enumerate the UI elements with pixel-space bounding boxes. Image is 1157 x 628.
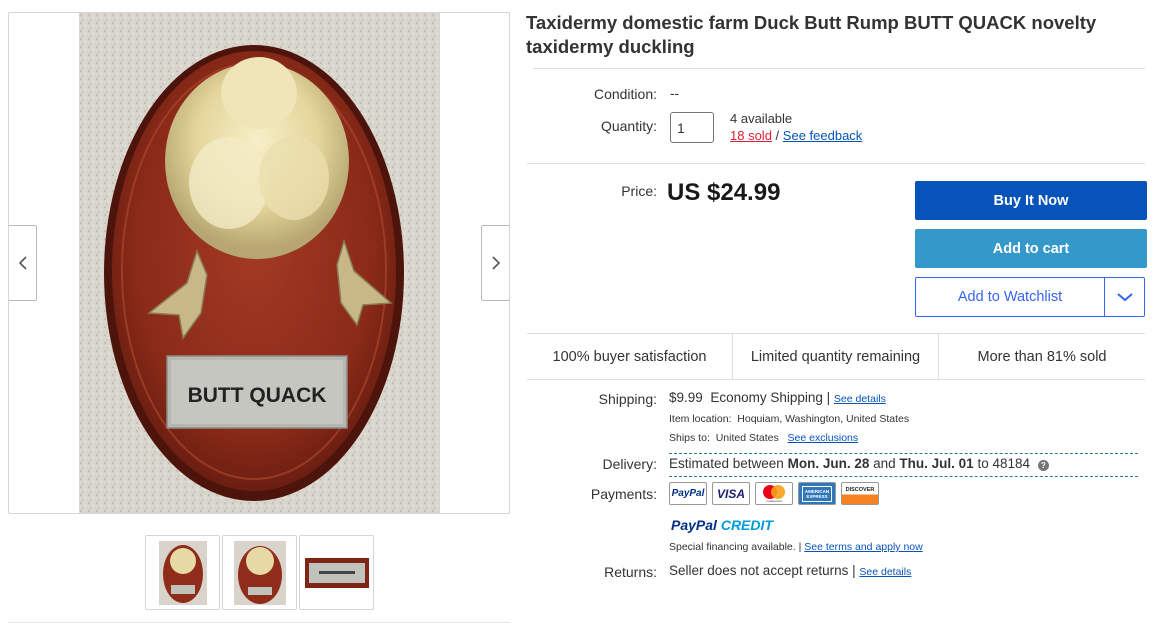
see-terms-link[interactable]: See terms and apply now	[804, 541, 922, 553]
chevron-right-icon	[491, 256, 500, 270]
separator: /	[775, 128, 780, 143]
payments-label: Payments:	[590, 486, 657, 502]
plaque-text: BUTT QUACK	[188, 384, 327, 407]
ships-to-label: Ships to:	[669, 432, 710, 444]
add-to-cart-button[interactable]: Add to cart	[915, 229, 1147, 268]
chevron-left-icon	[18, 256, 27, 270]
delivery-zip: to 48184	[977, 456, 1031, 471]
delivery-label: Delivery:	[602, 456, 657, 472]
discover-logo: DISCOVER	[841, 482, 879, 505]
buyer-satisfaction-signal: 100% buyer satisfaction	[552, 348, 707, 365]
item-title: Taxidermy domestic farm Duck Butt Rump B…	[526, 12, 1097, 57]
returns-line: Seller does not accept returns | See det…	[669, 563, 912, 578]
paypal-credit-paypal: PayPal	[671, 517, 717, 533]
ships-to: Ships to: United States See exclusions	[669, 432, 858, 444]
returns-value: Seller does not accept returns	[669, 563, 849, 578]
watchlist-control: Add to Watchlist	[915, 277, 1145, 317]
sold-info: 18 sold / See feedback	[730, 128, 862, 143]
divider	[527, 163, 1145, 164]
financing-text: Special financing available.	[669, 541, 796, 553]
discover-logo-text: DISCOVER	[845, 486, 875, 493]
shipping-method: Economy Shipping	[710, 390, 823, 405]
paypal-logo-text: PayPal	[671, 488, 705, 499]
payment-methods: PayPal VISA mastercard AMERICAN EXPRESS …	[669, 482, 879, 505]
item-location: Item location: Hoquiam, Washington, Unit…	[669, 413, 909, 425]
limited-quantity-signal: Limited quantity remaining	[732, 334, 938, 379]
thumbnail-image	[158, 540, 207, 605]
price-label: Price:	[621, 183, 657, 199]
delivery-end-date: Thu. Jul. 01	[899, 456, 974, 471]
previous-image-button[interactable]	[9, 225, 37, 301]
quantity-input[interactable]	[670, 112, 714, 143]
dotted-divider	[669, 453, 1138, 454]
visa-logo: VISA	[712, 482, 750, 505]
delivery-and: and	[873, 456, 896, 471]
mastercard-circles-icon	[763, 485, 785, 499]
ships-to-value: United States	[715, 432, 779, 444]
quantity-label: Quantity:	[600, 118, 657, 134]
visa-logo-text: VISA	[716, 486, 745, 501]
see-exclusions-link[interactable]: See exclusions	[788, 432, 859, 444]
returns-details-link[interactable]: See details	[859, 566, 911, 578]
thumbnail-image	[304, 557, 369, 588]
see-feedback-link[interactable]: See feedback	[783, 128, 863, 143]
paypal-credit-logo: PayPal CREDIT	[671, 517, 773, 533]
buy-it-now-button[interactable]: Buy It Now	[915, 181, 1147, 220]
delivery-start-date: Mon. Jun. 28	[787, 456, 870, 471]
amex-logo-text: AMERICAN EXPRESS	[802, 485, 832, 502]
condition-label: Condition:	[593, 86, 657, 102]
paypal-logo: PayPal	[669, 482, 707, 505]
product-photo[interactable]: BUTT QUACK	[79, 13, 440, 513]
delivery-prefix: Estimated between	[669, 456, 784, 471]
available-count: 4 available	[730, 111, 793, 126]
chevron-down-icon	[1116, 293, 1133, 302]
financing-line: Special financing available. | See terms…	[669, 541, 923, 553]
thumbnail-3[interactable]	[299, 535, 374, 610]
thumbnail-1[interactable]	[145, 535, 220, 610]
next-image-button[interactable]	[481, 225, 509, 301]
watchlist-dropdown-button[interactable]	[1104, 278, 1144, 316]
delivery-estimate: Estimated between Mon. Jun. 28 and Thu. …	[669, 456, 1049, 471]
sold-count-link[interactable]: 18 sold	[730, 128, 772, 143]
thumbnail-2[interactable]	[222, 535, 297, 610]
shipping-line: $9.99 Economy Shipping | See details	[669, 390, 886, 405]
condition-value: --	[670, 86, 679, 101]
thumbnail-strip	[145, 535, 374, 610]
returns-label: Returns:	[604, 564, 657, 580]
divider	[533, 68, 1145, 69]
amex-logo: AMERICAN EXPRESS	[798, 482, 836, 505]
add-to-watchlist-button[interactable]: Add to Watchlist	[916, 278, 1104, 316]
shipping-cost: $9.99	[669, 390, 703, 405]
item-location-label: Item location:	[669, 413, 732, 425]
thumbnail-image	[233, 540, 286, 605]
price-value: US $24.99	[667, 179, 781, 206]
divider	[8, 622, 510, 623]
mastercard-logo: mastercard	[755, 482, 793, 505]
paypal-credit-credit: CREDIT	[720, 517, 773, 533]
shipping-details-link[interactable]: See details	[834, 393, 886, 405]
image-gallery: BUTT QUACK	[8, 12, 510, 514]
help-icon[interactable]: ?	[1037, 460, 1049, 471]
urgency-signals: 100% buyer satisfaction Limited quantity…	[527, 333, 1145, 380]
dotted-divider	[669, 476, 1138, 477]
sold-percent-signal: More than 81% sold	[938, 334, 1145, 379]
item-location-value: Hoquiam, Washington, United States	[737, 413, 910, 425]
shipping-label: Shipping:	[598, 391, 657, 407]
mastercard-logo-text: mastercard	[766, 499, 782, 503]
